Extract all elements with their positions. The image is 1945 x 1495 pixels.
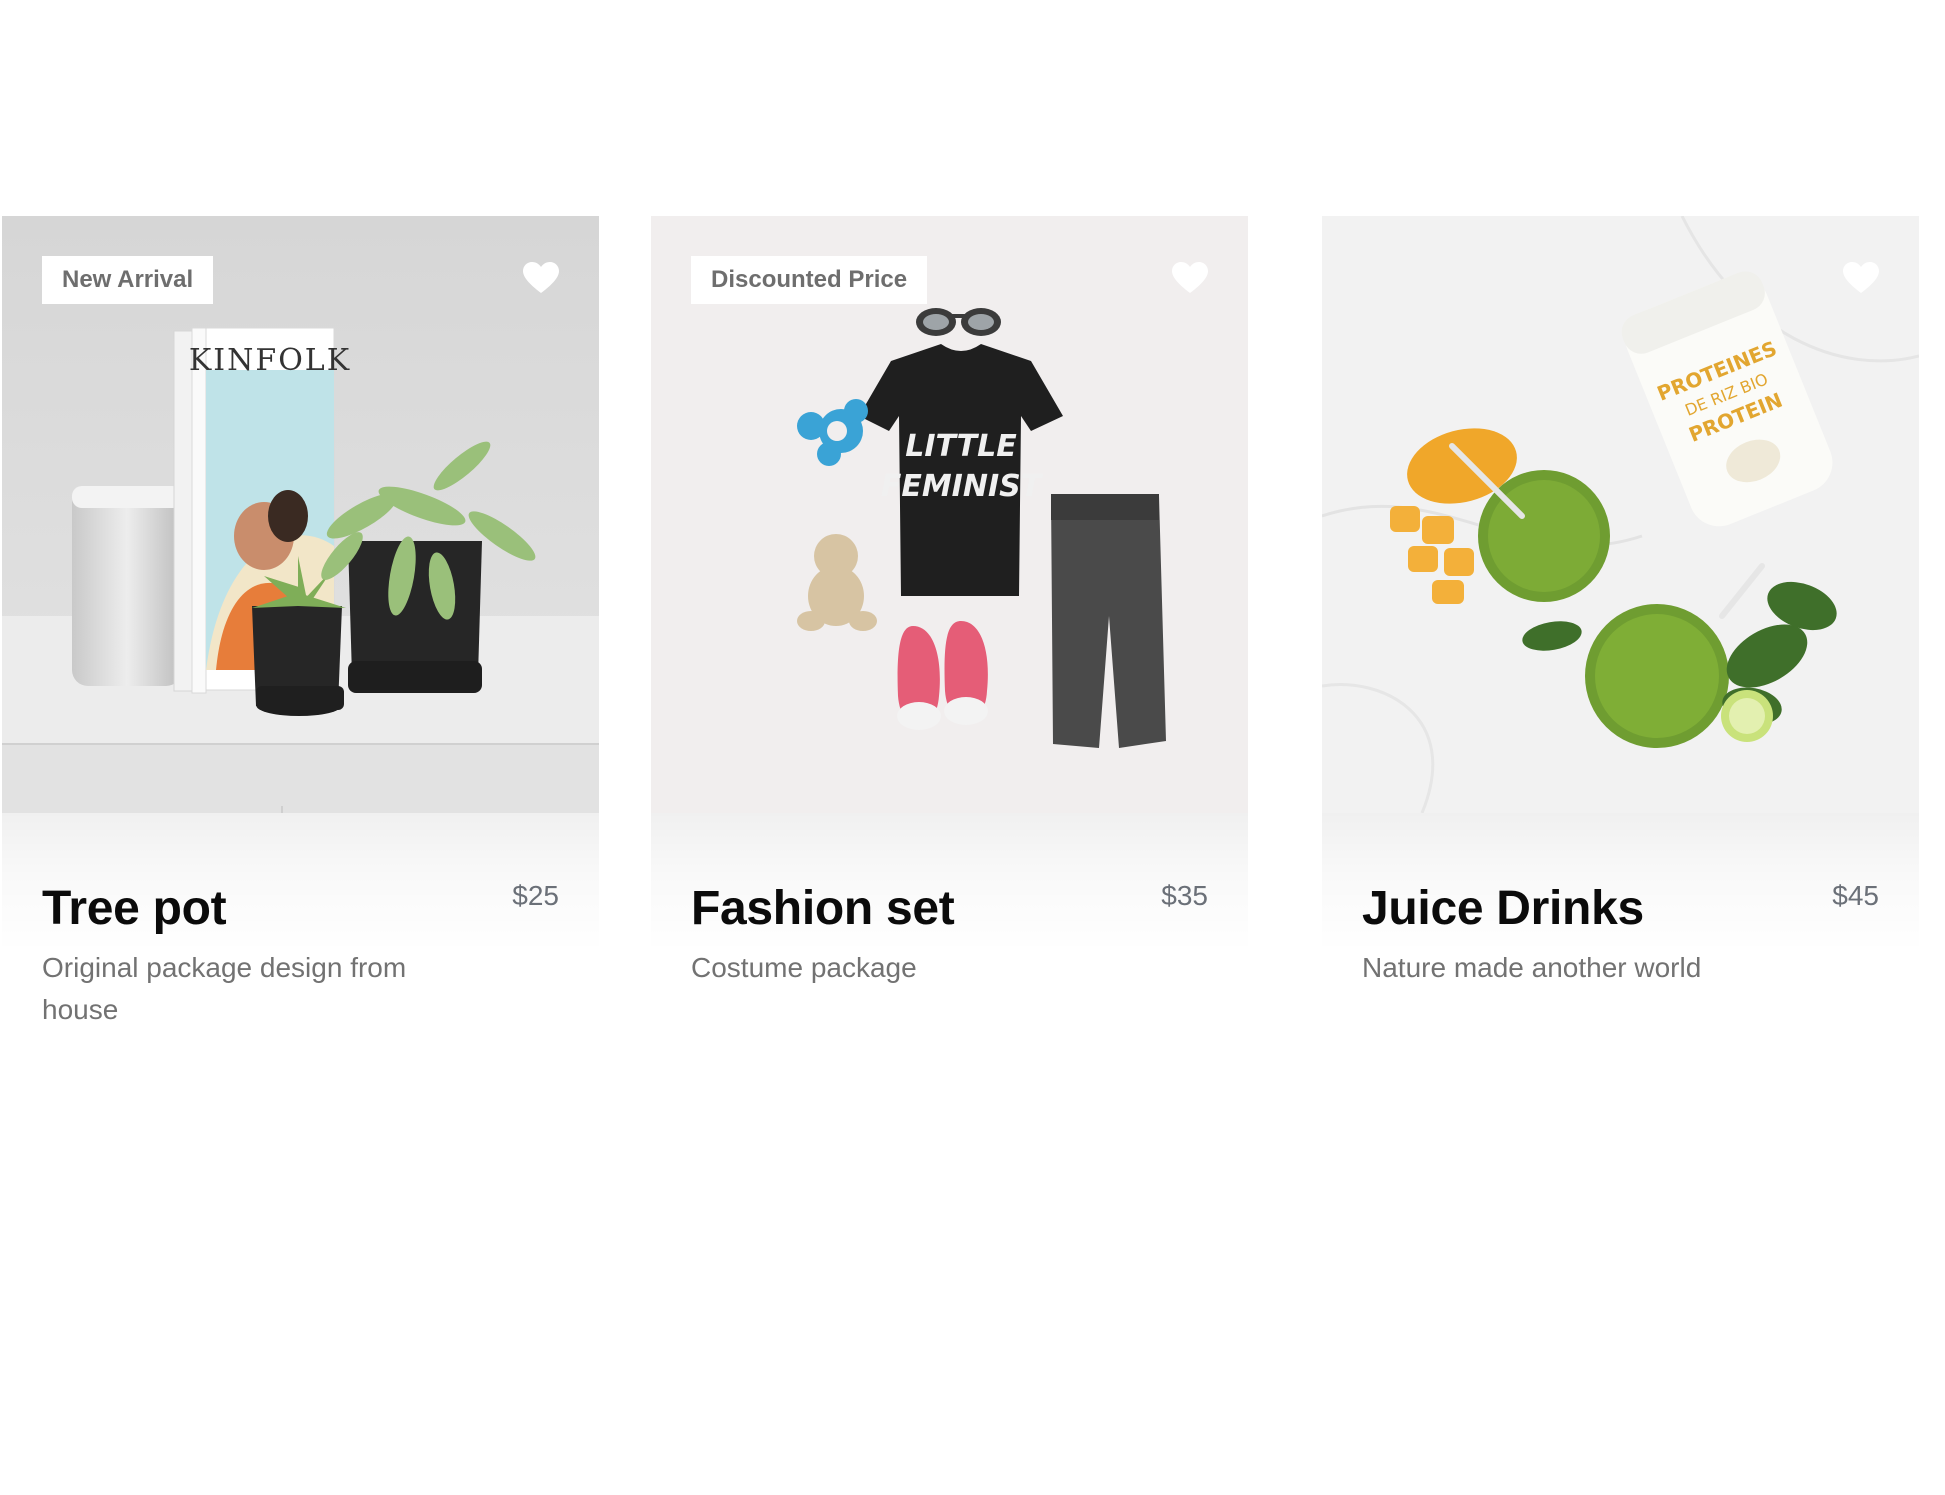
product-card-juice-drinks[interactable]: PROTEINES DE RIZ BIO PROTEIN Juice Drink… xyxy=(1322,216,1919,983)
green-smoothies-photo: PROTEINES DE RIZ BIO PROTEIN xyxy=(1322,216,1919,813)
product-description: Costume package xyxy=(691,952,917,983)
shirt-text-line1: LITTLE xyxy=(905,429,1017,464)
product-image[interactable]: LITTLE FEMINIST Discounted Price xyxy=(651,216,1248,813)
favorite-button[interactable] xyxy=(1170,258,1210,298)
product-title[interactable]: Fashion set xyxy=(691,881,955,937)
product-info: Juice Drinks $45 Nature made another wor… xyxy=(1322,813,1919,983)
product-title[interactable]: Juice Drinks xyxy=(1362,881,1644,937)
heart-icon xyxy=(523,262,559,293)
badge-discounted-price: Discounted Price xyxy=(691,256,928,304)
product-card-tree-pot[interactable]: KINFOLK New Arrival Tree pot $25 Origina… xyxy=(2,216,599,1025)
product-title[interactable]: Tree pot xyxy=(42,881,227,937)
product-image[interactable]: PROTEINES DE RIZ BIO PROTEIN xyxy=(1322,216,1919,813)
product-info: Fashion set $35 Costume package xyxy=(651,813,1248,983)
shirt-text-line2: FEMINIST xyxy=(881,469,1044,504)
plant-pots-and-books-photo: KINFOLK xyxy=(2,216,599,813)
product-image[interactable]: KINFOLK New Arrival xyxy=(2,216,599,813)
favorite-button[interactable] xyxy=(521,258,561,298)
product-description: Original package design from house xyxy=(42,952,407,1025)
kids-outfit-flatlay-photo: LITTLE FEMINIST xyxy=(651,216,1248,813)
product-card-fashion-set[interactable]: LITTLE FEMINIST Discounted Price Fashion… xyxy=(651,216,1248,983)
product-grid: KINFOLK New Arrival Tree pot $25 Origina… xyxy=(2,216,1932,1116)
favorite-button[interactable] xyxy=(1841,258,1881,298)
product-info: Tree pot $25 Original package design fro… xyxy=(2,813,599,1025)
product-price: $45 xyxy=(1832,880,1879,911)
product-price: $35 xyxy=(1161,880,1208,911)
badge-new-arrival: New Arrival xyxy=(42,256,214,304)
heart-icon xyxy=(1843,262,1879,293)
product-description: Nature made another world xyxy=(1362,952,1702,983)
heart-icon xyxy=(1172,262,1208,293)
magazine-title: KINFOLK xyxy=(189,343,351,378)
product-price: $25 xyxy=(512,880,559,911)
